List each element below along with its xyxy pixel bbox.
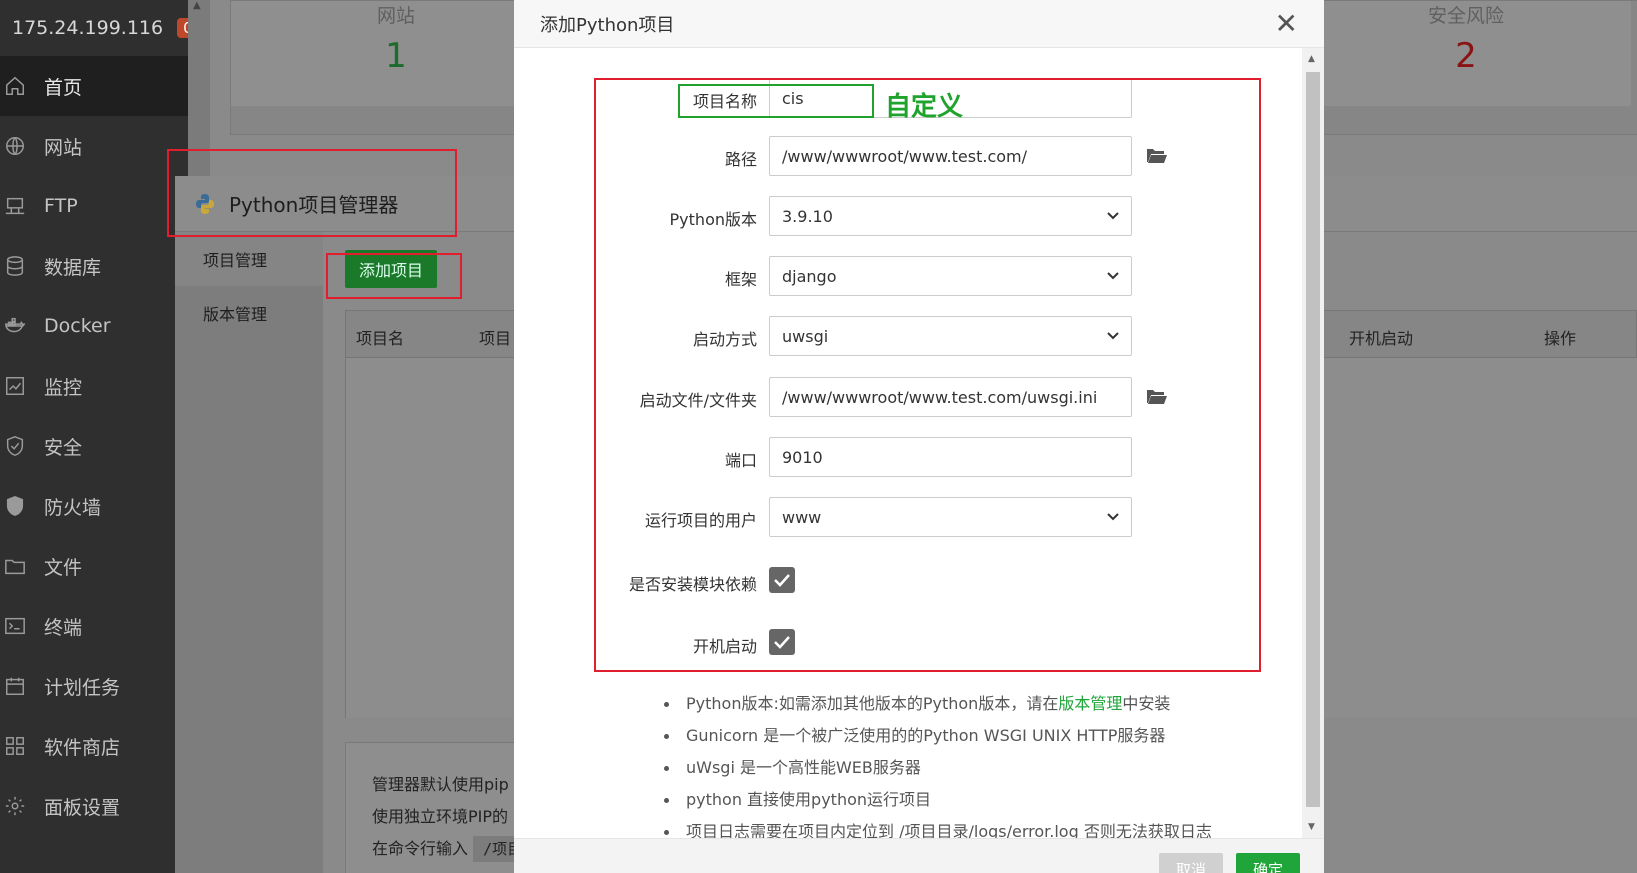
close-icon[interactable]: ✕ bbox=[1275, 10, 1298, 38]
annotation-label-custom: 自定义 bbox=[885, 92, 964, 122]
home-icon bbox=[6, 76, 24, 95]
note-item: Python版本:如需添加其他版本的Python版本，请在版本管理中安装 bbox=[664, 688, 1264, 720]
dialog-titlebar: 添加Python项目 ✕ bbox=[514, 0, 1324, 48]
annotation-box-add-button bbox=[326, 253, 462, 299]
sidebar-item-label: 防火墙 bbox=[44, 496, 102, 519]
confirm-button[interactable]: 确定 bbox=[1236, 853, 1300, 873]
sidebar-item-database[interactable]: 数据库 bbox=[0, 236, 188, 296]
stat-label: 网站 bbox=[376, 5, 415, 27]
dialog-footer: 取消 确定 bbox=[514, 838, 1324, 873]
dialog-title: 添加Python项目 bbox=[540, 14, 675, 36]
sidebar-item-website[interactable]: 网站 bbox=[0, 116, 188, 176]
sidebar-item-firewall[interactable]: 防火墙 bbox=[0, 476, 188, 536]
column-header-project: 项目 bbox=[479, 329, 512, 348]
ftp-icon bbox=[5, 197, 25, 215]
sidebar-item-label: Docker bbox=[44, 315, 111, 337]
sidebar-item-files[interactable]: 文件 bbox=[0, 536, 188, 596]
server-ip: 175.24.199.116 bbox=[12, 17, 164, 39]
sidebar-item-label: 数据库 bbox=[44, 256, 102, 279]
dialog-scrollbar[interactable]: ▲ ▼ bbox=[1302, 48, 1324, 838]
sidebar-item-label: 计划任务 bbox=[44, 676, 121, 699]
note-item: python 直接使用python运行项目 bbox=[664, 784, 1264, 816]
sidebar-item-label: 文件 bbox=[44, 556, 83, 579]
folder-icon bbox=[5, 559, 25, 575]
column-header-name: 项目名 bbox=[356, 329, 405, 348]
scroll-up-icon[interactable]: ▲ bbox=[1308, 54, 1315, 64]
sidebar-item-ftp[interactable]: FTP bbox=[0, 176, 188, 236]
gear-icon bbox=[5, 796, 25, 816]
database-icon bbox=[6, 256, 24, 276]
sidebar-item-settings[interactable]: 面板设置 bbox=[0, 776, 188, 836]
help-notes: Python版本:如需添加其他版本的Python版本，请在版本管理中安装 Gun… bbox=[664, 688, 1264, 838]
sidebar-item-label: 面板设置 bbox=[44, 796, 121, 819]
sidebar-item-label: 网站 bbox=[44, 136, 83, 159]
apps-icon bbox=[6, 737, 24, 755]
sidebar-item-label: 监控 bbox=[44, 376, 83, 399]
scroll-thumb[interactable] bbox=[1306, 72, 1320, 807]
python-manager-nav: 项目管理 版本管理 bbox=[175, 232, 323, 873]
monitor-icon bbox=[6, 377, 24, 395]
cancel-button[interactable]: 取消 bbox=[1159, 853, 1223, 873]
firewall-icon bbox=[6, 496, 24, 516]
column-header-autostart: 开机启动 bbox=[1349, 329, 1414, 348]
annotation-box-form bbox=[594, 78, 1261, 672]
server-header: 175.24.199.116 0 bbox=[0, 0, 199, 56]
stat-label: 安全风险 bbox=[1427, 5, 1504, 27]
column-header-actions: 操作 bbox=[1544, 329, 1577, 348]
sidebar-item-label: 软件商店 bbox=[44, 736, 121, 759]
note-item: Gunicorn 是一个被广泛使用的的Python WSGI UNIX HTTP… bbox=[664, 720, 1264, 752]
sidebar-item-label: 安全 bbox=[44, 436, 83, 459]
sidebar-item-docker[interactable]: Docker bbox=[0, 296, 188, 356]
stat-card-website[interactable]: 网站 1 bbox=[231, 1, 561, 106]
nav-project-management[interactable]: 项目管理 bbox=[175, 232, 323, 286]
annotation-box-manager-title bbox=[167, 149, 457, 237]
scroll-down-icon[interactable]: ▼ bbox=[1308, 822, 1315, 832]
docker-icon bbox=[5, 317, 26, 333]
sidebar-item-security[interactable]: 安全 bbox=[0, 416, 188, 476]
calendar-icon bbox=[6, 677, 24, 695]
sidebar-item-cron[interactable]: 计划任务 bbox=[0, 656, 188, 716]
sidebar-item-monitor[interactable]: 监控 bbox=[0, 356, 188, 416]
sidebar-item-terminal[interactable]: 终端 bbox=[0, 596, 188, 656]
stat-card-security-risk[interactable]: 安全风险 2 bbox=[1301, 1, 1631, 106]
sidebar-item-label: 首页 bbox=[44, 76, 83, 99]
scroll-up-icon: ▲ bbox=[193, 0, 201, 11]
stat-value: 1 bbox=[385, 36, 407, 76]
sidebar-item-label: 终端 bbox=[44, 616, 83, 639]
sidebar: 175.24.199.116 0 首页 网站 FTP 数据库 Docker 监控… bbox=[0, 0, 199, 873]
note-item: uWsgi 是一个高性能WEB服务器 bbox=[664, 752, 1264, 784]
stat-value: 2 bbox=[1455, 36, 1477, 76]
sidebar-item-store[interactable]: 软件商店 bbox=[0, 716, 188, 776]
nav-version-management[interactable]: 版本管理 bbox=[175, 286, 323, 340]
note-item: 项目日志需要在项目内定位到 /项目目录/logs/error.log 否则无法获… bbox=[664, 816, 1264, 838]
annotation-box-custom bbox=[678, 84, 874, 118]
terminal-icon bbox=[5, 617, 25, 635]
sidebar-item-home[interactable]: 首页 bbox=[0, 56, 188, 116]
sidebar-item-label: FTP bbox=[44, 195, 78, 217]
version-management-link[interactable]: 版本管理 bbox=[1058, 694, 1122, 713]
globe-icon bbox=[6, 137, 24, 155]
shield-icon bbox=[6, 436, 24, 456]
